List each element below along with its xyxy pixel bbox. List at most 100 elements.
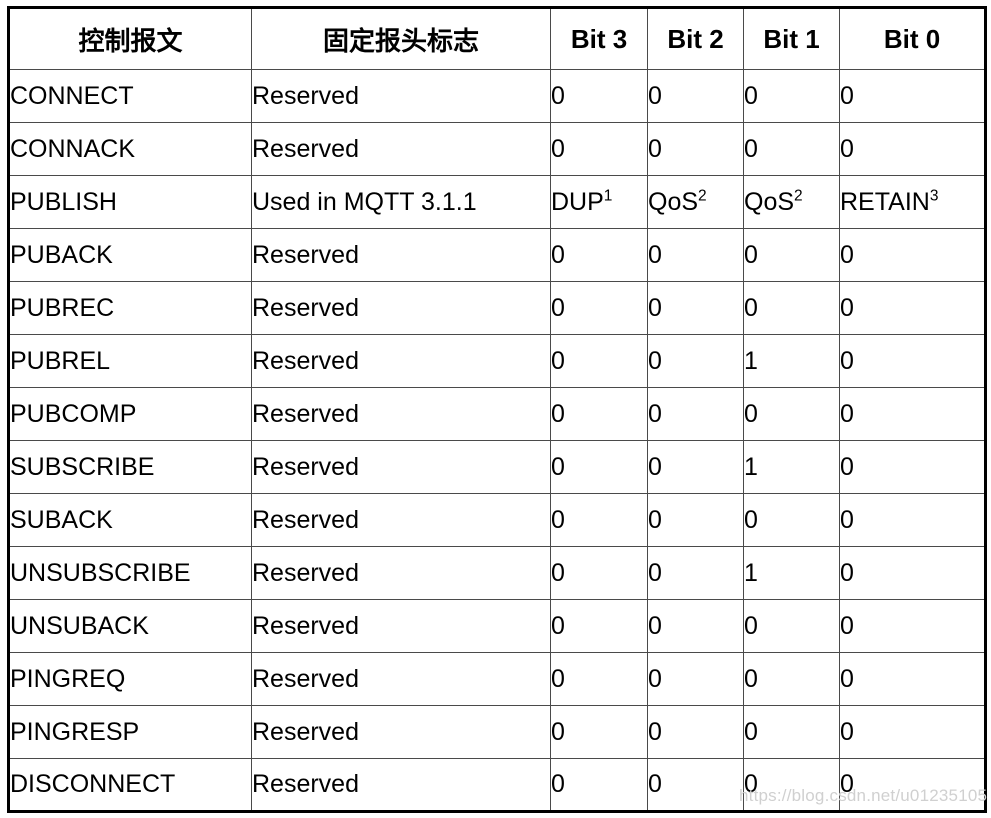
cell-bit-3-value: 0 [551,717,565,746]
cell-bit-1: 0 [743,122,840,176]
cell-bit-1-value: 1 [744,558,758,587]
cell-control-packet: PUBREL [8,334,252,388]
cell-bit-3: 0 [550,758,648,812]
cell-bit-2: 0 [647,652,744,706]
cell-bit-1: 0 [743,493,840,547]
cell-bit-3-value: 0 [551,81,565,110]
cell-bit-1-value: 0 [744,81,758,110]
cell-bit-3-value: 0 [551,293,565,322]
cell-bit-3: 0 [550,281,648,335]
cell-bit-0: 0 [839,69,986,123]
cell-bit-3-footnote-marker: 1 [603,187,613,205]
table-head: 控制报文 固定报头标志 Bit 3 Bit 2 Bit 1 Bit 0 [8,7,986,70]
cell-bit-2-value: QoS [648,187,699,216]
cell-bit-2-footnote-marker: 2 [698,187,707,205]
cell-bit-3: 0 [550,440,648,494]
cell-bit-0: 0 [839,387,986,441]
cell-fixed-header-flags: Reserved [251,334,551,388]
cell-fixed-header-flags: Reserved [251,440,551,494]
cell-control-packet: PINGRESP [8,705,252,759]
cell-bit-0-value: 0 [840,81,854,110]
cell-bit-0-value: 0 [840,293,854,322]
cell-bit-1-value: 0 [744,240,758,269]
cell-bit-1-value: 1 [744,346,758,375]
table-row: PINGREQ Reserved 0 0 0 0 [8,652,986,706]
cell-control-packet: SUBACK [8,493,252,547]
table-row: PUBREL Reserved 0 0 1 0 [8,334,986,388]
cell-bit-3: 0 [550,599,648,653]
cell-bit-0-value: 0 [840,134,854,163]
cell-fixed-header-flags: Reserved [251,546,551,600]
cell-bit-2: 0 [647,440,744,494]
cell-bit-1: 1 [743,334,840,388]
cell-bit-3: DUP1 [550,175,648,229]
cell-bit-0: 0 [839,758,986,812]
cell-bit-0: 0 [839,440,986,494]
cell-control-packet: DISCONNECT [8,758,252,812]
table-row: SUBACK Reserved 0 0 0 0 [8,493,986,547]
cell-fixed-header-flags: Reserved [251,69,551,123]
cell-bit-3: 0 [550,334,648,388]
table-row: UNSUBACK Reserved 0 0 0 0 [8,599,986,653]
cell-control-packet: PUBCOMP [8,387,252,441]
cell-control-packet: UNSUBACK [8,599,252,653]
cell-fixed-header-flags: Reserved [251,122,551,176]
cell-bit-3: 0 [550,705,648,759]
cell-fixed-header-flags: Reserved [251,281,551,335]
cell-bit-3-value: 0 [551,399,565,428]
cell-bit-2-value: 0 [648,134,662,163]
cell-bit-1: 1 [743,546,840,600]
cell-fixed-header-flags: Reserved [251,758,551,812]
cell-bit-2-value: 0 [648,611,662,640]
cell-bit-0-value: 0 [840,770,854,798]
table-row: PUBACK Reserved 0 0 0 0 [8,228,986,282]
cell-bit-0: 0 [839,493,986,547]
cell-bit-1-value: 0 [744,770,758,798]
cell-control-packet: PUBACK [8,228,252,282]
table-row: SUBSCRIBE Reserved 0 0 1 0 [8,440,986,494]
cell-bit-2: QoS2 [647,175,744,229]
cell-bit-3-value: 0 [551,611,565,640]
cell-bit-1: 0 [743,281,840,335]
cell-bit-1-value: 0 [744,717,758,746]
cell-bit-1: 0 [743,69,840,123]
cell-bit-2-value: 0 [648,770,662,798]
cell-bit-0: 0 [839,546,986,600]
cell-bit-0: 0 [839,334,986,388]
cell-fixed-header-flags: Reserved [251,228,551,282]
cell-bit-0-footnote-marker: 3 [929,187,939,205]
cell-bit-2: 0 [647,69,744,123]
cell-bit-2: 0 [647,493,744,547]
cell-fixed-header-flags: Reserved [251,652,551,706]
cell-bit-2: 0 [647,334,744,388]
cell-bit-3: 0 [550,387,648,441]
column-header-fixed-header-flags: 固定报头标志 [251,7,551,70]
table-row: PUBREC Reserved 0 0 0 0 [8,281,986,335]
cell-bit-1: 0 [743,758,840,812]
cell-bit-1: 0 [743,387,840,441]
cell-bit-1: 0 [743,705,840,759]
cell-bit-2: 0 [647,122,744,176]
cell-bit-2: 0 [647,705,744,759]
column-header-bit-0: Bit 0 [839,7,986,70]
cell-fixed-header-flags: Reserved [251,387,551,441]
cell-bit-3-value: 0 [551,452,565,481]
cell-bit-2-value: 0 [648,558,662,587]
cell-bit-3-value: 0 [551,558,565,587]
cell-bit-0: 0 [839,122,986,176]
cell-control-packet: CONNECT [8,69,252,123]
cell-bit-3-value: DUP [551,187,604,216]
cell-bit-3: 0 [550,69,648,123]
cell-bit-3: 0 [550,546,648,600]
cell-bit-3: 0 [550,493,648,547]
cell-bit-1-value: 0 [744,664,758,693]
cell-bit-3-value: 0 [551,505,565,534]
cell-bit-2: 0 [647,758,744,812]
cell-bit-1-value: QoS [744,187,795,216]
table-row: CONNECT Reserved 0 0 0 0 [8,69,986,123]
cell-bit-0: 0 [839,652,986,706]
cell-bit-0-value: 0 [840,611,854,640]
cell-bit-0-value: 0 [840,558,854,587]
cell-bit-3: 0 [550,652,648,706]
cell-bit-2: 0 [647,387,744,441]
